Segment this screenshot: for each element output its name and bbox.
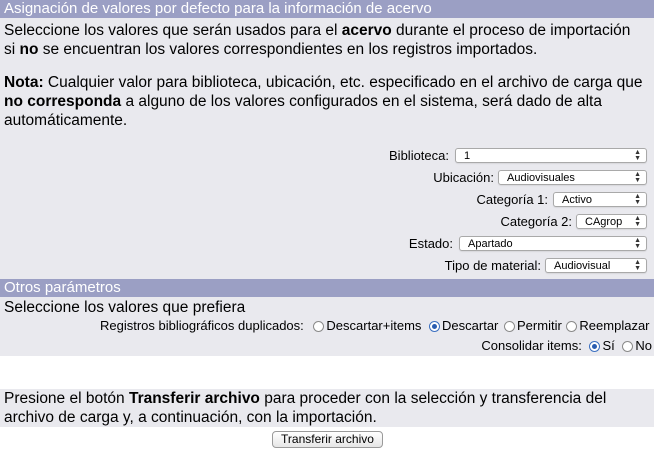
- categoria2-label: Categoría 2:: [500, 214, 572, 229]
- select-arrows-icon: ▲ ▼: [634, 237, 641, 250]
- categoria2-select[interactable]: CAgrop ▲ ▼: [576, 214, 647, 229]
- section-header-default-values: Asignación de valores por defecto para l…: [0, 0, 654, 18]
- radio-selected-icon: [429, 321, 441, 332]
- radio-permitir[interactable]: Permitir: [504, 318, 562, 333]
- biblioteca-value: 1: [464, 150, 471, 162]
- estado-value: Apartado: [468, 238, 513, 250]
- section-header-other-params: Otros parámetros: [0, 279, 654, 297]
- consolidar-label: Consolidar items:: [481, 338, 582, 353]
- transferir-archivo-button[interactable]: Transferir archivo: [272, 431, 383, 448]
- select-arrows-icon: ▲ ▼: [634, 149, 641, 162]
- radio-descartar[interactable]: Descartar: [429, 318, 498, 333]
- tipo-material-select[interactable]: Audiovisual ▲ ▼: [545, 258, 647, 273]
- radio-circle-icon: [566, 321, 578, 332]
- tipo-material-label: Tipo de material:: [444, 258, 541, 273]
- radio-selected-icon: [589, 341, 601, 352]
- select-arrows-icon: ▲ ▼: [634, 259, 641, 272]
- consolidar-row: Consolidar items: Sí No: [481, 337, 652, 355]
- duplicados-row: Registros bibliográficos duplicados: Des…: [100, 317, 650, 335]
- footer-text: Presione el botón Transferir archivo par…: [4, 390, 607, 426]
- categoria1-value: Activo: [562, 194, 592, 206]
- ubicacion-select[interactable]: Audiovisuales ▲ ▼: [498, 170, 647, 185]
- radio-reemplazar[interactable]: Reemplazar: [566, 318, 650, 333]
- radio-circle-icon: [504, 321, 516, 332]
- duplicados-label: Registros bibliográficos duplicados:: [100, 318, 304, 333]
- categoria1-label: Categoría 1:: [476, 192, 548, 207]
- radio-circle-icon: [622, 341, 634, 352]
- estado-select[interactable]: Apartado ▲ ▼: [459, 236, 647, 251]
- estado-label: Estado:: [408, 236, 453, 251]
- ubicacion-label: Ubicación:: [433, 170, 494, 185]
- radio-no[interactable]: No: [622, 338, 652, 353]
- tipo-material-value: Audiovisual: [554, 260, 611, 272]
- other-params-intro: Seleccione los valores que prefiera: [4, 299, 246, 316]
- ubicacion-value: Audiovisuales: [507, 172, 575, 184]
- select-arrows-icon: ▲ ▼: [634, 215, 641, 228]
- note-text: Nota: Cualquier valor para biblioteca, u…: [4, 74, 643, 129]
- biblioteca-label: Biblioteca:: [389, 148, 449, 163]
- categoria2-value: CAgrop: [585, 216, 623, 228]
- biblioteca-select[interactable]: 1 ▲ ▼: [455, 148, 647, 163]
- select-arrows-icon: ▲ ▼: [634, 193, 641, 206]
- intro-text: Seleccione los valores que serán usados …: [4, 22, 631, 58]
- select-arrows-icon: ▲ ▼: [634, 171, 641, 184]
- categoria1-select[interactable]: Activo ▲ ▼: [553, 192, 647, 207]
- radio-descartar-items[interactable]: Descartar+items: [313, 318, 421, 333]
- radio-si[interactable]: Sí: [589, 338, 615, 353]
- radio-circle-icon: [313, 321, 325, 332]
